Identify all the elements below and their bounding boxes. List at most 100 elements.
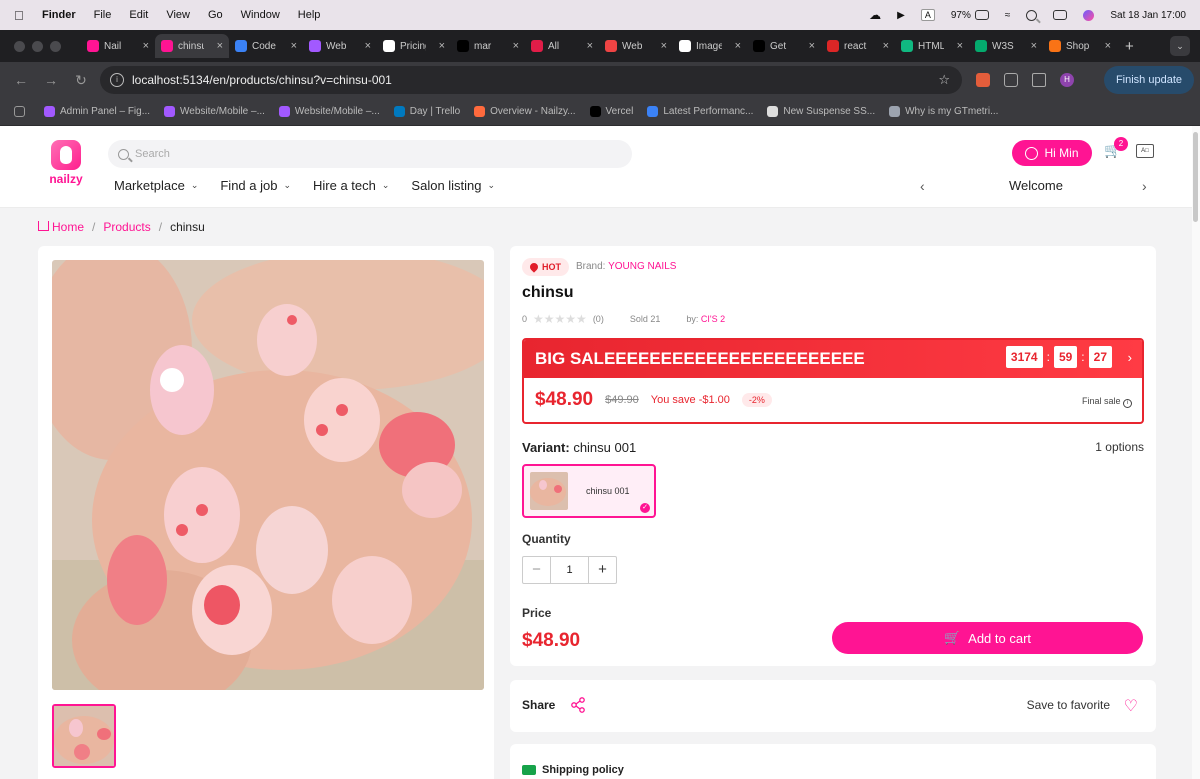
browser-tab[interactable]: chinsu × <box>155 34 229 58</box>
search-bar[interactable] <box>108 140 632 168</box>
close-tab-icon[interactable]: × <box>143 40 149 52</box>
address-bar[interactable]: i localhost:5134/en/products/chinsu?v=ch… <box>100 66 962 94</box>
zoom-window-icon[interactable] <box>50 40 61 52</box>
close-tab-icon[interactable]: × <box>439 40 445 52</box>
menubar-window[interactable]: Window <box>241 9 280 21</box>
chevron-right-icon[interactable]: › <box>1128 350 1132 365</box>
nav-salon-listing[interactable]: Salon listing ⌄ <box>411 176 495 194</box>
product-main-image[interactable] <box>52 260 484 690</box>
heart-icon[interactable]: ♡ <box>1124 696 1138 716</box>
close-tab-icon[interactable]: × <box>661 40 667 52</box>
browser-tab[interactable]: mar × <box>451 34 525 58</box>
bookmark-item[interactable]: Overview - Nailzy... <box>474 106 576 117</box>
spotlight-icon[interactable] <box>1026 9 1038 21</box>
url-text[interactable]: localhost:5134/en/products/chinsu?v=chin… <box>132 73 392 87</box>
scrollbar-thumb[interactable] <box>1193 132 1198 222</box>
menubar-edit[interactable]: Edit <box>129 9 148 21</box>
menubar-help[interactable]: Help <box>298 9 321 21</box>
bookmark-item[interactable]: Website/Mobile –... <box>164 106 265 117</box>
nailzy-logo[interactable]: nailzy <box>44 140 88 190</box>
apple-icon[interactable]:  <box>14 8 28 23</box>
apps-grid-icon[interactable] <box>14 106 30 117</box>
bookmark-item[interactable]: Day | Trello <box>393 106 460 117</box>
share-icon[interactable] <box>570 697 586 713</box>
play-icon[interactable]: ▶ <box>897 10 905 21</box>
variant-option-card[interactable]: chinsu 001 ✓ <box>522 464 656 518</box>
bookmark-star-icon[interactable]: ☆ <box>938 72 950 88</box>
seller-link[interactable]: CI'S 2 <box>701 314 725 324</box>
brand-link[interactable]: YOUNG NAILS <box>608 261 676 272</box>
extension-icon[interactable] <box>976 73 990 87</box>
browser-tab[interactable]: Web × <box>303 34 377 58</box>
product-thumbnail[interactable] <box>52 704 116 768</box>
close-tab-icon[interactable]: × <box>883 40 889 52</box>
profile-avatar[interactable]: H <box>1060 73 1074 87</box>
close-tab-icon[interactable]: × <box>217 40 223 52</box>
extensions-puzzle-icon[interactable] <box>1004 73 1018 87</box>
bookmark-item[interactable]: New Suspense SS... <box>767 106 875 117</box>
breadcrumb-home[interactable]: Home <box>38 220 84 234</box>
nav-find-a-job[interactable]: Find a job ⌄ <box>220 176 291 194</box>
browser-tab[interactable]: Shop × <box>1043 34 1117 58</box>
language-icon[interactable]: A□ <box>1136 144 1154 158</box>
menubar-app-name[interactable]: Finder <box>42 9 76 21</box>
menubar-go[interactable]: Go <box>208 9 223 21</box>
forward-icon[interactable]: → <box>42 72 60 88</box>
browser-tab[interactable]: HTML × <box>895 34 969 58</box>
control-center-icon[interactable] <box>1053 10 1068 20</box>
minus-icon[interactable]: − <box>523 557 551 583</box>
battery-status[interactable]: 97% <box>951 10 989 21</box>
user-menu-button[interactable]: Hi Min <box>1012 140 1092 166</box>
back-icon[interactable]: ← <box>12 72 30 88</box>
bookmark-item[interactable]: Latest Performanc... <box>647 106 753 117</box>
save-to-favorite-label[interactable]: Save to favorite <box>1027 698 1110 712</box>
wifi-icon[interactable]: ≈ <box>1005 10 1011 21</box>
close-tab-icon[interactable]: × <box>809 40 815 52</box>
reading-list-icon[interactable] <box>1032 73 1046 87</box>
close-tab-icon[interactable]: × <box>513 40 519 52</box>
nav-marketplace[interactable]: Marketplace ⌄ <box>114 176 198 194</box>
chevron-left-icon[interactable]: ‹ <box>920 178 925 194</box>
input-source-indicator[interactable]: A <box>920 9 935 21</box>
search-input[interactable] <box>135 148 615 160</box>
plus-icon[interactable]: + <box>588 557 616 583</box>
close-tab-icon[interactable]: × <box>1105 40 1111 52</box>
browser-tab[interactable]: Get × <box>747 34 821 58</box>
new-tab-icon[interactable]: + <box>1125 38 1134 55</box>
shipping-policy-header[interactable]: Shipping policy <box>522 764 624 776</box>
breadcrumb-products[interactable]: Products <box>103 220 150 234</box>
cloud-icon[interactable]: ☁ <box>869 8 881 22</box>
bookmark-item[interactable]: Website/Mobile –... <box>278 106 380 117</box>
browser-tab[interactable]: Web × <box>599 34 673 58</box>
close-tab-icon[interactable]: × <box>587 40 593 52</box>
chevron-right-icon[interactable]: › <box>1142 178 1147 194</box>
bookmark-item[interactable]: Why is my GTmetri... <box>889 106 998 117</box>
bookmark-item[interactable]: Vercel <box>589 106 633 117</box>
clock[interactable]: Sat 18 Jan 17:00 <box>1110 10 1186 21</box>
close-tab-icon[interactable]: × <box>735 40 741 52</box>
minimize-window-icon[interactable] <box>32 40 43 52</box>
browser-tab[interactable]: Nail × <box>81 34 155 58</box>
browser-tab[interactable]: Images × <box>673 34 747 58</box>
browser-tab[interactable]: W3S × <box>969 34 1043 58</box>
browser-tab[interactable]: react × <box>821 34 895 58</box>
reload-icon[interactable]: ↻ <box>72 72 90 89</box>
close-tab-icon[interactable]: × <box>957 40 963 52</box>
add-to-cart-button[interactable]: 🛒 Add to cart <box>832 622 1143 654</box>
siri-icon[interactable] <box>1083 9 1095 21</box>
menubar-file[interactable]: File <box>94 9 112 21</box>
nav-hire-a-tech[interactable]: Hire a tech ⌄ <box>313 176 389 194</box>
close-tab-icon[interactable]: × <box>291 40 297 52</box>
close-tab-icon[interactable]: × <box>1031 40 1037 52</box>
tab-search-icon[interactable]: ⌄ <box>1170 36 1190 56</box>
browser-tab[interactable]: Pricing × <box>377 34 451 58</box>
page-scrollbar[interactable] <box>1192 126 1200 779</box>
close-tab-icon[interactable]: × <box>365 40 371 52</box>
close-window-icon[interactable] <box>14 40 25 52</box>
bookmark-item[interactable]: Admin Panel – Fig... <box>44 106 150 117</box>
browser-tab[interactable]: Code × <box>229 34 303 58</box>
final-sale-info[interactable]: Final sale i <box>1082 396 1132 408</box>
finish-update-button[interactable]: Finish update <box>1103 66 1194 94</box>
browser-tab[interactable]: All × <box>525 34 599 58</box>
site-info-icon[interactable]: i <box>110 73 124 87</box>
